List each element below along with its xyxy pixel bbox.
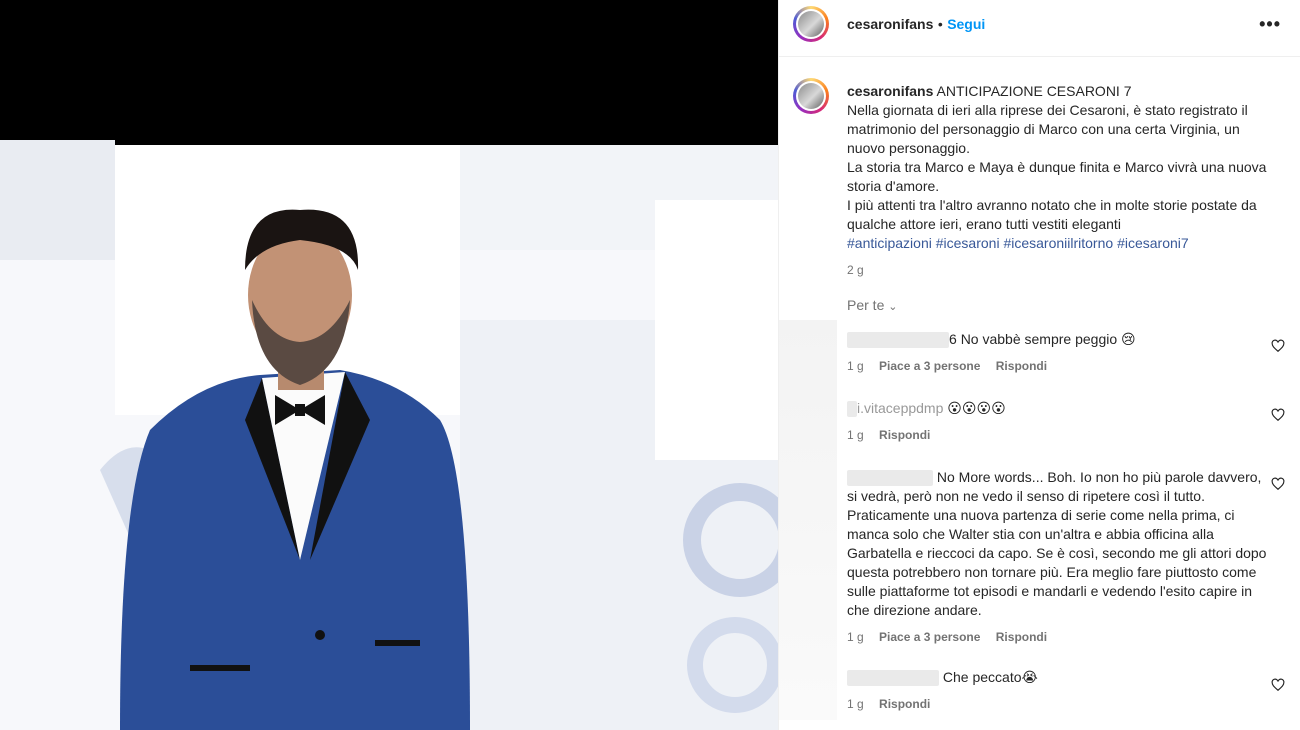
hashtag-link[interactable]: #icesaroniilritorno — [1003, 235, 1113, 251]
comment-text: No More words... Boh. Io non ho più paro… — [847, 469, 1267, 618]
blurred-username — [847, 670, 939, 687]
caption-avatar[interactable] — [793, 78, 829, 114]
reply-button[interactable]: Rispondi — [879, 697, 930, 711]
caption-line: nuovo personaggio. — [847, 140, 970, 156]
for-you-label: Per te — [847, 297, 885, 313]
separator-dot: • — [937, 16, 943, 32]
reply-button[interactable]: Rispondi — [879, 428, 930, 442]
more-options-icon[interactable]: ••• — [1259, 14, 1281, 35]
comment-age: 1 g — [847, 428, 864, 442]
comment: 6 No vabbè sempre peggio 😢 1 g Piace a 3… — [847, 330, 1267, 376]
caption-line: Nella giornata di ieri alla riprese dei … — [847, 102, 1248, 118]
caption: cesaronifans ANTICIPAZIONE CESARONI 7 Ne… — [847, 82, 1287, 280]
caption-username[interactable]: cesaronifans — [847, 83, 933, 99]
caption-title: ANTICIPAZIONE CESARONI 7 — [936, 83, 1132, 99]
caption-line: I più attenti tra l'altro avranno notato… — [847, 197, 1257, 213]
blurred-username — [847, 470, 933, 487]
caption-line: La storia tra Marco e Maya è dunque fini… — [847, 159, 1267, 175]
comment-age: 1 g — [847, 359, 864, 373]
comment-username[interactable]: 6 — [949, 331, 957, 347]
post-header: cesaronifans • Segui ••• — [779, 0, 1300, 57]
caption-line: qualche attore ieri, erano tutti vestiti… — [847, 216, 1121, 232]
caption-line: storia d'amore. — [847, 178, 940, 194]
chevron-down-icon: ⌄ — [888, 301, 898, 313]
reply-button[interactable]: Rispondi — [996, 359, 1047, 373]
comment: i.vitaceppdmp 😮😮😮😮 1 g Rispondi — [847, 399, 1267, 445]
author-avatar[interactable] — [793, 6, 829, 42]
comment: No More words... Boh. Io non ho più paro… — [847, 468, 1267, 647]
hashtag-link[interactable]: #icesaroni7 — [1117, 235, 1189, 251]
comment-username[interactable]: i.vitaceppdmp — [857, 400, 943, 416]
comment-age: 1 g — [847, 697, 864, 711]
reply-button[interactable]: Rispondi — [996, 630, 1047, 644]
blurred-username — [847, 401, 857, 418]
post-image — [0, 0, 778, 730]
caption-age: 2 g — [847, 263, 864, 277]
comment-text: Che peccato😭 — [942, 669, 1038, 685]
comment-text: No vabbè sempre peggio 😢 — [960, 331, 1136, 347]
hashtag-link[interactable]: #anticipazioni — [847, 235, 932, 251]
post-panel: cesaronifans • Segui ••• cesaronifans AN… — [778, 0, 1300, 730]
comment-age: 1 g — [847, 630, 864, 644]
heart-icon[interactable] — [1271, 678, 1285, 692]
for-you-dropdown[interactable]: Per te ⌄ — [847, 297, 897, 313]
comment-text: 😮😮😮😮 — [947, 400, 1006, 416]
follow-button[interactable]: Segui — [947, 16, 985, 32]
hashtag-link[interactable]: #icesaroni — [936, 235, 1000, 251]
post-photo[interactable] — [0, 0, 778, 730]
comment: Che peccato😭 1 g Rispondi — [847, 668, 1267, 714]
comment-likes[interactable]: Piace a 3 persone — [879, 359, 980, 373]
heart-icon[interactable] — [1271, 408, 1285, 422]
caption-line: matrimonio del personaggio di Marco con … — [847, 121, 1240, 137]
comment-avatars-blurred — [779, 320, 837, 720]
heart-icon[interactable] — [1271, 339, 1285, 353]
comment-likes[interactable]: Piace a 3 persone — [879, 630, 980, 644]
heart-icon[interactable] — [1271, 477, 1285, 491]
hashtags: #anticipazioni #icesaroni #icesaroniilri… — [847, 234, 1287, 253]
blurred-username — [847, 332, 949, 349]
author-username[interactable]: cesaronifans — [847, 16, 933, 32]
